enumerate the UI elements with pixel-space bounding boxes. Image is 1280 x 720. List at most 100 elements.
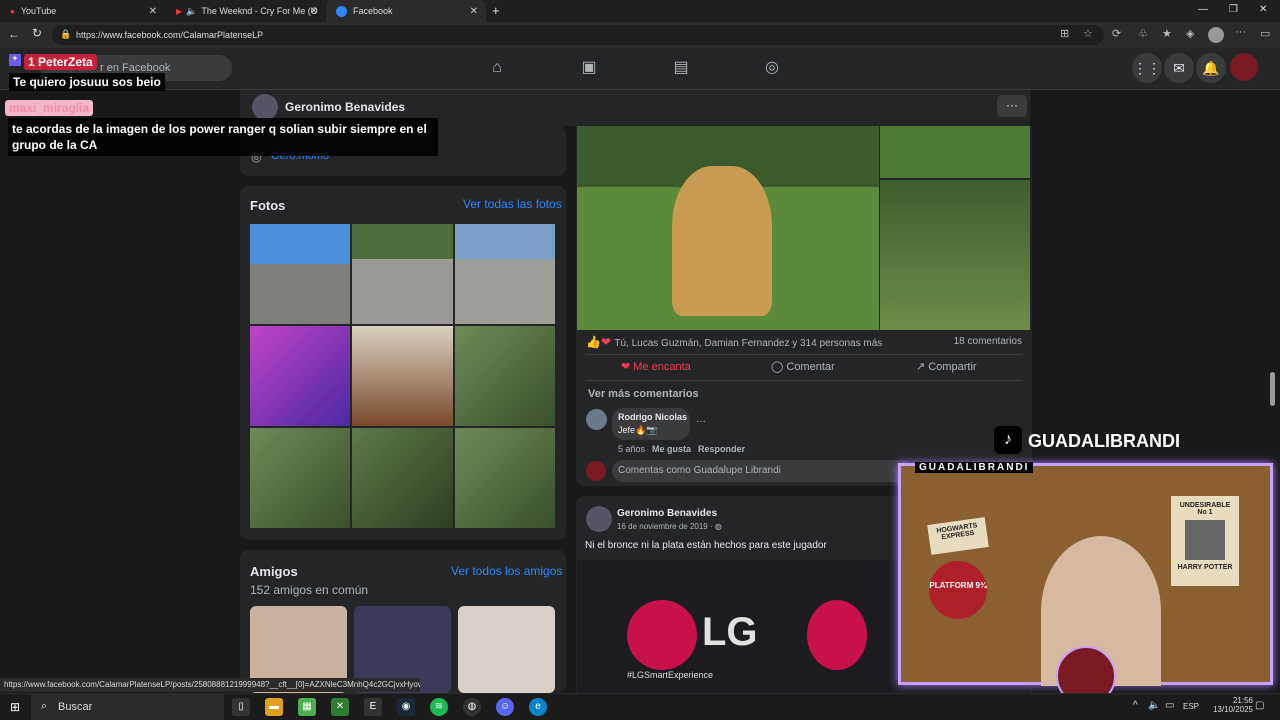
author-avatar[interactable] xyxy=(586,506,612,532)
share-icon: ↗ xyxy=(916,361,926,373)
notifications-icon[interactable]: 🔔 xyxy=(1196,53,1226,83)
tab-music[interactable]: ▶ 🔈 The Weeknd - Cry For Me (O ✕ xyxy=(166,0,326,22)
post-photo-dog[interactable] xyxy=(577,126,879,330)
photo-thumbnail[interactable] xyxy=(352,326,453,426)
photo-thumbnail[interactable] xyxy=(455,428,555,528)
windows-start-icon[interactable]: ⊞ xyxy=(10,700,20,714)
url-field[interactable]: 🔒 https://www.facebook.com/CalamarPlaten… xyxy=(52,25,1104,45)
photo-thumbnail[interactable] xyxy=(250,224,350,324)
profile-name[interactable]: Geronimo Benavides xyxy=(285,100,405,114)
volume-icon[interactable]: 🔈 xyxy=(1148,700,1160,711)
file-explorer-icon[interactable]: ▬ xyxy=(265,698,283,716)
more-comments-link[interactable]: Ver más comentarios xyxy=(588,388,699,400)
profile-avatar[interactable] xyxy=(1208,27,1224,43)
comment-more-icon[interactable]: ··· xyxy=(696,416,706,427)
marketplace-icon[interactable]: ▤ xyxy=(670,57,692,79)
notification-center-icon[interactable]: ▢ xyxy=(1255,700,1264,711)
comment-like-link[interactable]: Me gusta xyxy=(652,444,691,454)
poster-undesirable-title: UNDESIRABLE No 1 xyxy=(1179,502,1231,516)
comment-input[interactable]: Comentas como Guadalupe Librandi xyxy=(612,460,912,482)
badge-icon: ✦ xyxy=(9,54,21,66)
app-icon[interactable]: ▦ xyxy=(298,698,316,716)
read-icon[interactable]: ♧ xyxy=(1138,27,1148,40)
refresh-icon[interactable]: ↻ xyxy=(32,26,42,40)
favorites-icon[interactable]: ★ xyxy=(1162,27,1172,40)
see-all-friends-link[interactable]: Ver todos los amigos xyxy=(451,564,562,578)
love-button[interactable]: ❤ Me encanta xyxy=(621,360,691,373)
lock-icon: 🔒 xyxy=(60,29,72,39)
tab-facebook[interactable]: Facebook ✕ xyxy=(326,0,486,22)
xbox-icon[interactable]: ✕ xyxy=(331,698,349,716)
post-photo[interactable] xyxy=(880,180,1030,330)
comment-label: Comentar xyxy=(786,361,835,373)
facebook-icon xyxy=(336,5,347,17)
post-date[interactable]: 16 de noviembre de 2019 · xyxy=(617,522,715,531)
heart-icon: ❤ xyxy=(621,361,631,373)
language-indicator[interactable]: ESP xyxy=(1183,702,1199,711)
friends-title: Amigos xyxy=(250,564,298,579)
comment-author[interactable]: Rodrigo Nicolas xyxy=(618,412,687,422)
profile-avatar[interactable] xyxy=(252,94,278,120)
clock[interactable]: 21:56 13/10/2025 xyxy=(1203,696,1253,714)
spotify-icon[interactable]: ≋ xyxy=(430,698,448,716)
sidebar-icon[interactable]: ▭ xyxy=(1260,27,1270,40)
reactions-row[interactable]: 👍❤ Tú, Lucas Guzmán, Damian Fernandez y … xyxy=(586,335,882,349)
tab-youtube[interactable]: ● YouTube ✕ xyxy=(0,0,165,22)
groups-icon[interactable]: ◎ xyxy=(761,57,783,79)
scrollbar-thumb[interactable] xyxy=(1270,372,1275,406)
maximize-icon[interactable]: ❐ xyxy=(1229,4,1238,15)
close-icon[interactable]: ✕ xyxy=(149,6,157,17)
more-icon[interactable]: ··· xyxy=(1235,26,1246,38)
commenter-avatar[interactable] xyxy=(586,409,607,430)
photo-thumbnail[interactable] xyxy=(352,428,453,528)
home-icon[interactable]: ⌂ xyxy=(486,57,508,79)
watch-icon[interactable]: ▣ xyxy=(578,57,600,79)
epic-games-icon[interactable]: E xyxy=(364,698,382,716)
comment-button[interactable]: ◯ Comentar xyxy=(771,360,835,373)
app-icon[interactable]: ⊞ xyxy=(1060,27,1069,40)
account-avatar[interactable] xyxy=(1230,53,1258,81)
shield-icon[interactable]: ◈ xyxy=(1186,27,1194,40)
comment-reply-link[interactable]: Responder xyxy=(698,444,745,454)
photo-thumbnail[interactable] xyxy=(250,428,350,528)
chat-username-text: PeterZeta xyxy=(38,55,93,69)
close-window-icon[interactable]: ✕ xyxy=(1259,4,1267,15)
globe-icon: ◍ xyxy=(714,522,722,531)
close-icon[interactable]: ✕ xyxy=(310,6,318,17)
star-icon[interactable]: ☆ xyxy=(1083,27,1093,40)
network-icon[interactable]: ▭ xyxy=(1165,700,1174,711)
photo-thumbnail[interactable] xyxy=(352,224,453,324)
speaker-icon[interactable]: 🔈 xyxy=(186,6,197,17)
post-photo[interactable] xyxy=(880,126,1030,178)
share-button[interactable]: ↗ Compartir xyxy=(916,360,977,373)
comment-text: Jefe🔥📷 xyxy=(618,425,658,435)
back-icon[interactable]: ← xyxy=(8,27,20,41)
close-icon[interactable]: ✕ xyxy=(470,6,478,17)
minimize-icon[interactable]: — xyxy=(1198,4,1208,15)
comments-count[interactable]: 18 comentarios xyxy=(954,336,1022,347)
messenger-icon[interactable]: ✉ xyxy=(1164,53,1194,83)
photo-thumbnail[interactable] xyxy=(455,326,555,426)
see-all-photos-link[interactable]: Ver todas las fotos xyxy=(463,197,562,211)
steam-icon[interactable]: ◉ xyxy=(397,698,415,716)
love-reaction-icon: ❤ xyxy=(600,335,612,349)
post-text: Ni el bronce ni la plata están hechos pa… xyxy=(585,540,827,551)
poster-undesirable: UNDESIRABLE No 1 HARRY POTTER xyxy=(1171,496,1239,586)
extension-icon[interactable]: ⟳ xyxy=(1112,27,1121,40)
photo-thumbnail[interactable] xyxy=(455,224,555,324)
friend-photo[interactable] xyxy=(458,606,555,693)
photo-thumbnail[interactable] xyxy=(250,326,350,426)
tab-label: The Weeknd - Cry For Me (O xyxy=(201,6,318,16)
obs-icon[interactable]: ◍ xyxy=(463,698,481,716)
menu-icon[interactable]: ⋮⋮ xyxy=(1132,53,1162,83)
taskbar-search[interactable]: ⌕ Buscar xyxy=(31,694,224,720)
taskview-icon[interactable]: ▯ xyxy=(232,698,250,716)
more-options-button[interactable]: ··· xyxy=(997,95,1027,117)
address-bar-row: ← ↻ 🔒 https://www.facebook.com/CalamarPl… xyxy=(0,22,1280,48)
discord-icon[interactable]: ☺ xyxy=(496,698,514,716)
chat-username: maxi_miraglia xyxy=(5,100,94,116)
post-author[interactable]: Geronimo Benavides xyxy=(617,508,717,519)
new-tab-icon[interactable]: + xyxy=(492,3,500,18)
chevron-up-icon[interactable]: ^ xyxy=(1133,700,1138,711)
edge-icon[interactable]: e xyxy=(529,698,547,716)
